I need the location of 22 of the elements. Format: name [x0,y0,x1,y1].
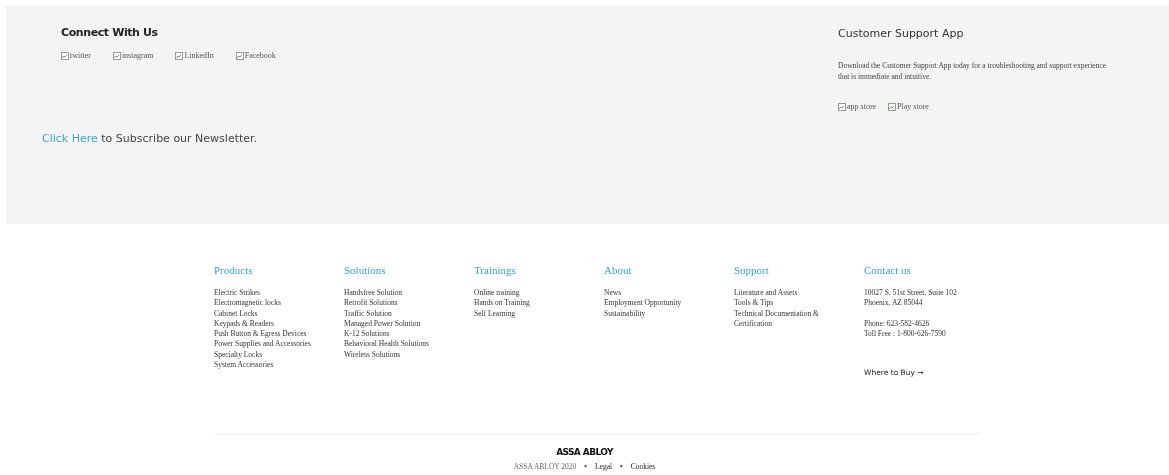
broken-image-icon [112,51,121,60]
newsletter-text: to Subscribe our Newsletter. [101,132,258,145]
section-title: Connect With Us [61,26,159,39]
broken-image-link[interactable]: Facebook [235,51,276,60]
column-heading: Products [214,264,254,276]
broken-image-link[interactable]: LinkedIn [175,51,214,60]
broken-image-icon [838,102,846,111]
broken-image-icon [175,51,184,60]
logo: ASSA ABLOY [555,447,615,458]
section-title: Customer Support App [838,27,965,40]
column-heading: Contact us [864,264,912,276]
column-heading: Trainings [474,264,517,276]
column-heading: Support [734,264,770,276]
column-heading: Solutions [344,264,387,276]
column-heading: About [604,264,633,276]
broken-image-link[interactable]: Play store [888,102,929,111]
broken-image-link[interactable]: instagram [112,51,154,60]
broken-image-icon [61,51,69,60]
broken-image-link[interactable]: twitter [61,51,91,60]
broken-image-link[interactable]: app store [838,102,877,111]
broken-image-icon [235,51,244,60]
broken-image-icon [888,102,897,111]
